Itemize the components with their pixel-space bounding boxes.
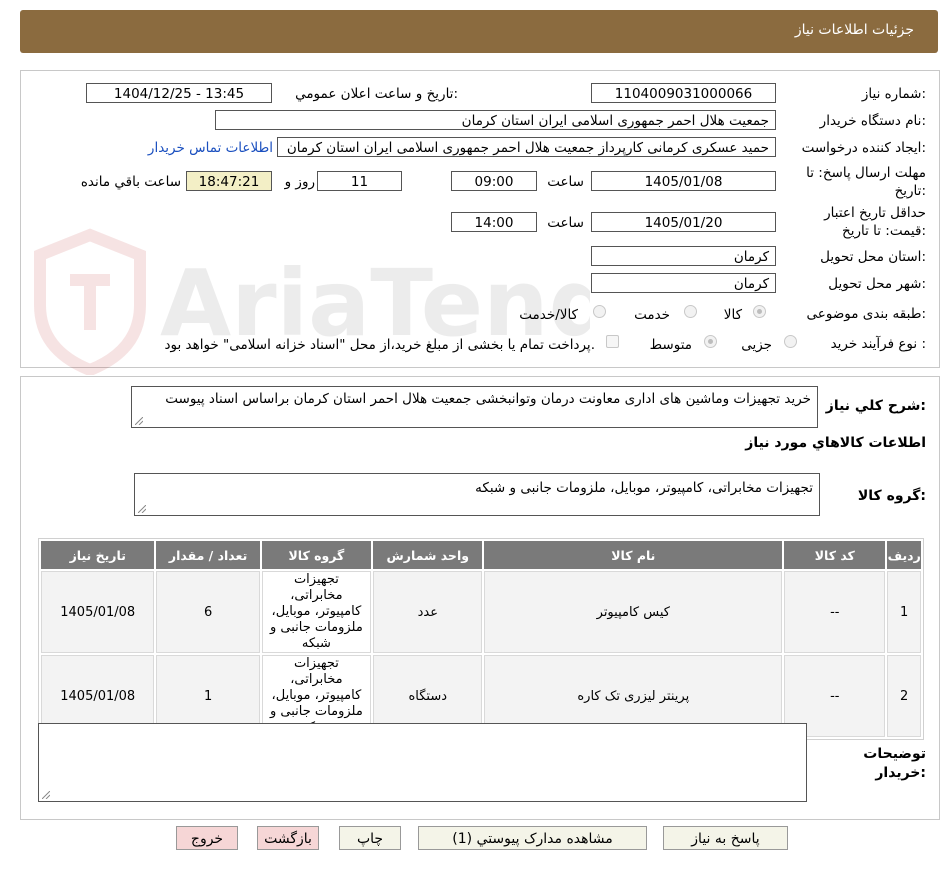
reply-button[interactable]: پاسخ به نیاز: [663, 826, 788, 850]
buyer-org-field: جمعیت هلال احمر جمهوری اسلامی ایران استا…: [215, 110, 776, 130]
col-row: رديف: [887, 541, 921, 569]
category-option-service: خدمت: [634, 307, 670, 323]
col-date: تاريخ نياز: [41, 541, 155, 569]
reply-time-label: ساعت: [547, 174, 584, 190]
cell-code: --: [784, 571, 886, 653]
description-text: خرید تجهیزات وماشین های اداری معاونت درم…: [165, 391, 811, 407]
validity-time-field: 14:00: [451, 212, 537, 232]
province-label: استان محل تحويل:: [820, 249, 926, 265]
process-option-medium: متوسط: [649, 337, 692, 353]
col-group: گروه کالا: [261, 541, 372, 569]
exit-button[interactable]: خروج: [176, 826, 238, 850]
remaining-label: ساعت باقي مانده: [80, 174, 181, 190]
resize-grip-icon: [138, 505, 146, 513]
buyer-notes-textarea: [38, 723, 807, 802]
validity-label: حداقل تاريخ اعتبار: [824, 205, 926, 221]
category-option-goods: کالا: [723, 307, 742, 323]
announce-field: 1404/12/25 - 13:45: [86, 83, 272, 103]
back-button[interactable]: بازگشت: [257, 826, 319, 850]
reply-deadline-label-2: تاريخ:: [894, 183, 926, 199]
goods-table: رديف کد کالا نام کالا واحد شمارش گروه کا…: [38, 538, 924, 740]
category-radio-goods-service[interactable]: [593, 305, 606, 318]
days-label: روز و: [284, 174, 315, 190]
need-number-label: شماره نیاز:: [861, 86, 926, 102]
goods-table-header: رديف کد کالا نام کالا واحد شمارش گروه کا…: [41, 541, 921, 569]
resize-grip-icon: [42, 791, 50, 799]
col-qty: تعداد / مقدار: [156, 541, 260, 569]
requester-field: حمید عسکری کرمانی کارپرداز جمعیت هلال اح…: [277, 137, 776, 157]
page-title: جزئیات اطلاعات نیاز: [794, 22, 914, 38]
validity-date-field: 1405/01/20: [591, 212, 776, 232]
buyer-notes-label: توضيحات: [863, 746, 926, 762]
col-code: کد کالا: [784, 541, 886, 569]
reply-deadline-label: مهلت ارسال پاسخ: تا: [806, 165, 926, 181]
process-radio-minor[interactable]: [784, 335, 797, 348]
description-textarea: خرید تجهیزات وماشین های اداری معاونت درم…: [131, 386, 818, 428]
buyer-notes-label-2: خريدار:: [875, 765, 926, 781]
buyer-org-label: نام دستگاه خريدار:: [819, 113, 926, 129]
category-radio-service[interactable]: [684, 305, 697, 318]
reply-date-field: 1405/01/08: [591, 171, 776, 191]
print-button[interactable]: چاپ: [339, 826, 401, 850]
col-unit: واحد شمارش: [373, 541, 483, 569]
days-field: 11: [317, 171, 402, 191]
category-option-goods-service: کالا/خدمت: [519, 307, 578, 323]
goods-group-label: گروه کالا:: [857, 488, 926, 504]
cell-row: 2: [887, 655, 921, 737]
cell-group: تجهیزات مخابراتی، کامپیوتر، موبایل، ملزو…: [261, 571, 372, 653]
cell-qty: 6: [156, 571, 260, 653]
remaining-time-field: 18:47:21: [186, 171, 272, 191]
col-name: نام کالا: [484, 541, 783, 569]
cell-date: 1405/01/08: [41, 571, 155, 653]
validity-label-2: قيمت: تا تاريخ:: [841, 223, 926, 239]
buyer-contact-link[interactable]: اطلاعات تماس خريدار: [148, 140, 273, 156]
process-label: نوع فرآیند خرید :: [830, 336, 926, 352]
category-label: طبقه بندی موضوعی:: [806, 306, 926, 322]
need-number-field: 1104009031000066: [591, 83, 776, 103]
validity-time-label: ساعت: [547, 215, 584, 231]
province-field: کرمان: [591, 246, 776, 266]
table-row: 1 -- کیس کامپیوتر عدد تجهیزات مخابراتی، …: [41, 571, 921, 653]
resize-grip-icon: [135, 417, 143, 425]
payment-note: پرداخت تمام یا بخشی از مبلغ خرید،از محل …: [164, 337, 595, 353]
cell-name: کیس کامپیوتر: [484, 571, 783, 653]
reply-time-field: 09:00: [451, 171, 537, 191]
treasury-payment-checkbox[interactable]: [606, 335, 619, 348]
category-radio-goods[interactable]: [753, 305, 766, 318]
page-header: جزئیات اطلاعات نیاز: [20, 10, 938, 53]
announce-label: تاریخ و ساعت اعلان عمومي:: [295, 86, 458, 102]
view-attachments-button[interactable]: مشاهده مدارک پیوستي (1): [418, 826, 647, 850]
goods-group-text: تجهیزات مخابراتی، کامپیوتر، موبایل، ملزو…: [475, 480, 813, 496]
requester-label: ايجاد کننده درخواست:: [801, 140, 926, 156]
goods-section-title: اطلاعات کالاهاي مورد نياز: [745, 435, 926, 451]
process-radio-medium[interactable]: [704, 335, 717, 348]
cell-row: 1: [887, 571, 921, 653]
cell-unit: عدد: [373, 571, 483, 653]
city-label: شهر محل تحويل:: [828, 276, 926, 292]
goods-group-textarea: تجهیزات مخابراتی، کامپیوتر، موبایل، ملزو…: [134, 473, 820, 516]
city-field: کرمان: [591, 273, 776, 293]
description-label: شرح کلي نياز:: [825, 398, 926, 414]
process-option-minor: جزیی: [741, 337, 772, 353]
